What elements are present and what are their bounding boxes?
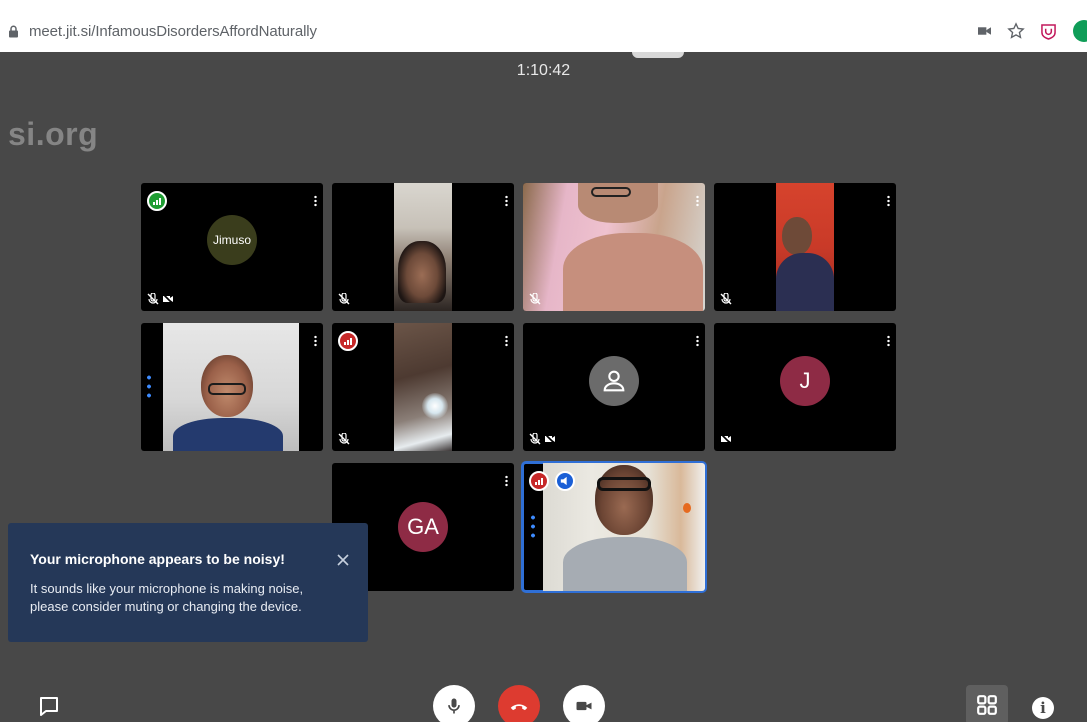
tile-status (147, 293, 174, 305)
tile-status (338, 293, 350, 305)
connection-indicator-icon[interactable] (529, 471, 549, 491)
video-feed (163, 323, 299, 451)
camera-off-icon (544, 433, 556, 445)
participant-tile-7[interactable] (523, 323, 705, 451)
default-avatar-icon (589, 356, 639, 406)
notification-message: It sounds like your microphone is making… (30, 581, 304, 614)
mic-muted-icon (147, 293, 159, 305)
noisy-mic-notification: Your microphone appears to be noisy! It … (8, 523, 368, 642)
mic-muted-icon (720, 293, 732, 305)
video-feed (394, 323, 452, 451)
video-feed (394, 183, 452, 311)
connection-indicator-icon[interactable] (338, 331, 358, 351)
profile-avatar-icon[interactable] (1073, 20, 1087, 42)
tile-menu-icon[interactable] (314, 335, 317, 347)
watermark-logo: si.org (8, 116, 99, 152)
tile-status (338, 433, 350, 445)
tile-status (529, 433, 556, 445)
connection-indicator-icon[interactable] (147, 191, 167, 211)
microphone-icon (448, 698, 460, 714)
address-bar[interactable]: meet.jit.si/InfamousDisordersAffordNatur… (8, 16, 1068, 46)
participant-tile-6[interactable] (332, 323, 514, 451)
tile-menu-icon[interactable] (696, 195, 699, 207)
camera-off-icon (720, 433, 732, 445)
tile-menu-icon[interactable] (887, 195, 890, 207)
tile-menu-icon[interactable] (505, 475, 508, 487)
participant-tile-jimuso[interactable]: Jimuso (141, 183, 323, 311)
info-icon[interactable]: i (1032, 697, 1054, 719)
conference-stage: 1:10:42 si.org Jimuso J GA Your micropho… (0, 52, 1087, 722)
tile-menu-icon[interactable] (696, 335, 699, 347)
video-feed (523, 183, 705, 311)
hangup-button[interactable] (498, 685, 540, 722)
star-icon[interactable] (1005, 20, 1027, 42)
tile-status (720, 433, 732, 445)
tile-menu-icon[interactable] (505, 335, 508, 347)
avatar: Jimuso (207, 215, 257, 265)
chat-icon[interactable] (38, 695, 60, 717)
mic-muted-icon (529, 293, 541, 305)
video-feed (776, 183, 834, 311)
microphone-button[interactable] (433, 685, 475, 722)
hangup-icon (510, 704, 528, 711)
dominant-speaker-icon (555, 471, 575, 491)
tile-view-button[interactable] (966, 685, 1008, 722)
grid-icon (977, 695, 997, 715)
mic-muted-icon (338, 293, 350, 305)
camera-button[interactable] (563, 685, 605, 722)
meeting-timer: 1:10:42 (516, 62, 571, 79)
close-icon[interactable] (336, 553, 350, 567)
browser-actions (963, 20, 1087, 42)
speaker-stats-dots (531, 513, 535, 539)
tile-menu-icon[interactable] (505, 195, 508, 207)
participant-tile-3[interactable] (523, 183, 705, 311)
participant-tile-4[interactable] (714, 183, 896, 311)
video-camera-icon (576, 701, 592, 711)
url-text[interactable]: meet.jit.si/InfamousDisordersAffordNatur… (29, 23, 317, 40)
avatar: J (780, 356, 830, 406)
speaker-stats-dots (147, 373, 151, 399)
participant-tile-j[interactable]: J (714, 323, 896, 451)
camera-icon[interactable] (973, 20, 995, 42)
mic-muted-icon (529, 433, 541, 445)
tile-menu-icon[interactable] (314, 195, 317, 207)
notification-title: Your microphone appears to be noisy! (30, 551, 285, 567)
participant-tile-5[interactable] (141, 323, 323, 451)
participant-tile-2[interactable] (332, 183, 514, 311)
camera-off-icon (162, 293, 174, 305)
tile-status (529, 293, 541, 305)
tile-status (720, 293, 732, 305)
tile-menu-icon[interactable] (887, 335, 890, 347)
browser-chrome: meet.jit.si/InfamousDisordersAffordNatur… (0, 0, 1087, 52)
tab-strip (0, 0, 1087, 9)
lock-icon[interactable] (8, 25, 19, 38)
toolbar-toggle-handle[interactable] (632, 52, 684, 58)
local-participant-tile[interactable] (521, 461, 707, 593)
extension-shield-icon[interactable] (1037, 20, 1059, 42)
avatar: GA (398, 502, 448, 552)
mic-muted-icon (338, 433, 350, 445)
